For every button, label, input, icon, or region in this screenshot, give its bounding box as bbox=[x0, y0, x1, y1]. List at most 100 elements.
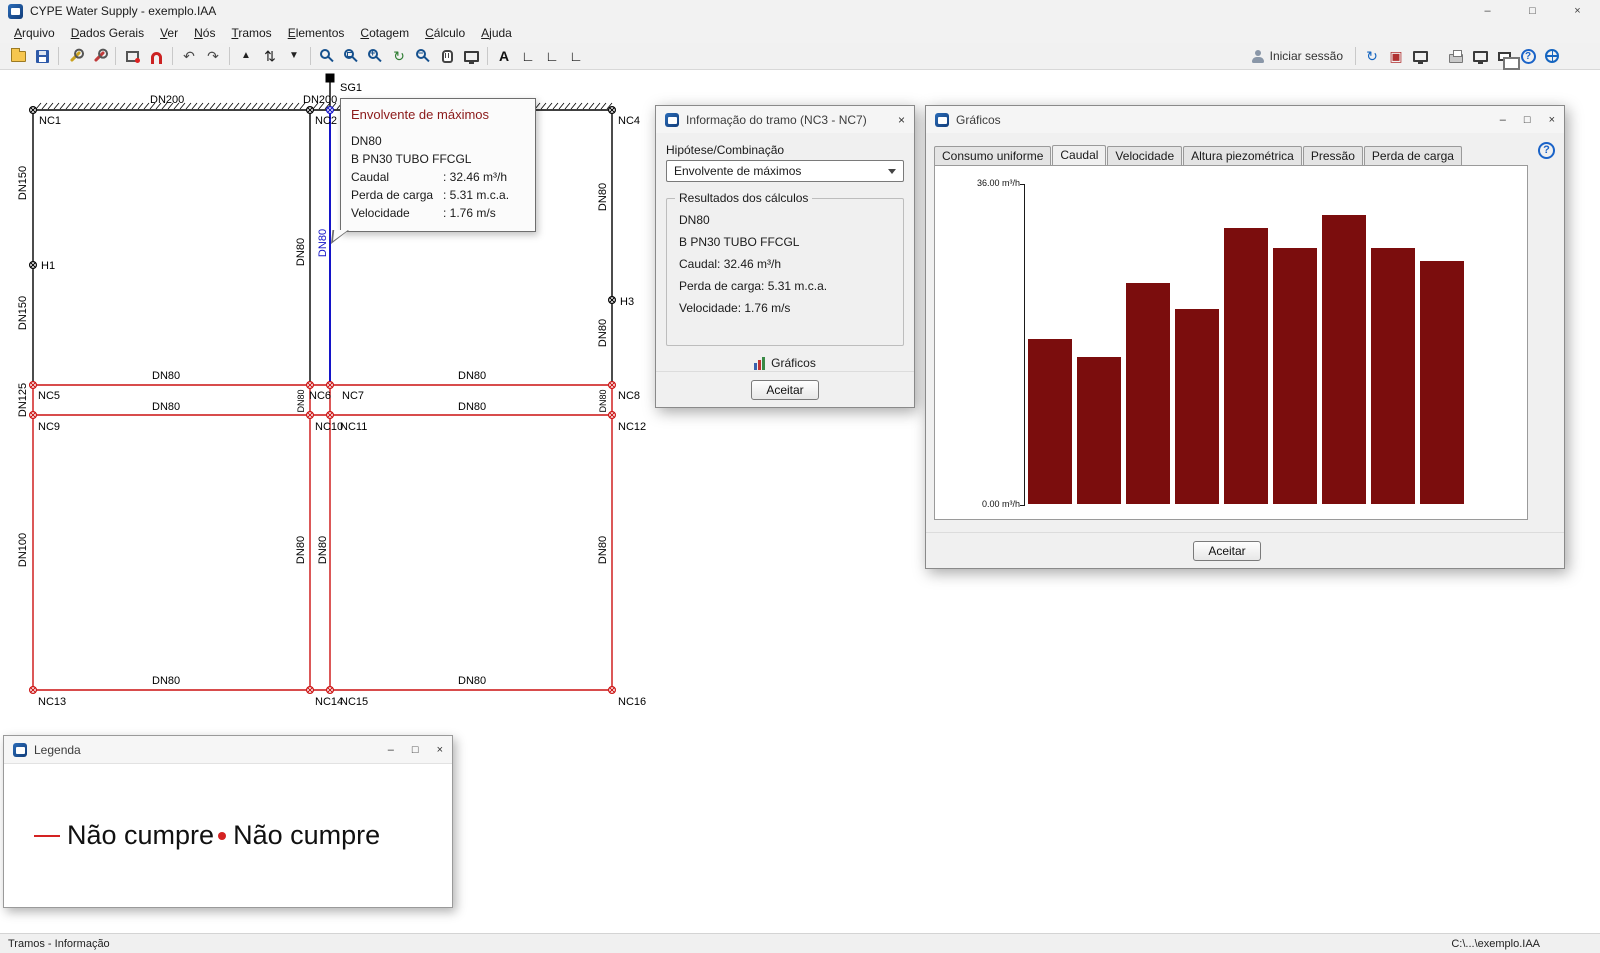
menu-item-ajuda[interactable]: Ajuda bbox=[473, 24, 520, 42]
edit-cut-button[interactable] bbox=[63, 45, 87, 68]
pipe-hatch-tick bbox=[576, 102, 583, 110]
redo-icon: ↷ bbox=[207, 48, 219, 64]
login-button[interactable]: Iniciar sessão bbox=[1244, 49, 1351, 63]
toolbar-separator bbox=[115, 47, 116, 65]
graphs-close-button[interactable]: × bbox=[1549, 114, 1555, 126]
menu-item-arquivo[interactable]: Arquivo bbox=[6, 24, 63, 42]
maximize-button[interactable]: □ bbox=[1510, 0, 1555, 22]
menu-item-n-s[interactable]: Nós bbox=[186, 24, 223, 42]
dimension-linear-button[interactable]: ∟ bbox=[540, 45, 564, 68]
print-button[interactable] bbox=[1444, 45, 1468, 68]
help-icon[interactable]: ? bbox=[1538, 142, 1555, 159]
display-button[interactable] bbox=[1468, 45, 1492, 68]
legend-minimize-button[interactable]: – bbox=[388, 744, 394, 756]
hypothesis-value: Envolvente de máximos bbox=[674, 164, 802, 178]
menu-item-dados-gerais[interactable]: Dados Gerais bbox=[63, 24, 152, 42]
graphs-minimize-button[interactable]: – bbox=[1500, 114, 1506, 126]
menu-item-elementos[interactable]: Elementos bbox=[280, 24, 353, 42]
graphs-maximize-button[interactable]: □ bbox=[1524, 114, 1531, 126]
zoom-previous-button[interactable] bbox=[315, 45, 339, 68]
toolbar-separator bbox=[1355, 47, 1356, 65]
info-aceitar-button[interactable]: Aceitar bbox=[751, 379, 819, 400]
node-nc8[interactable]: NC8 bbox=[607, 381, 640, 402]
node-nc16[interactable]: NC16 bbox=[607, 685, 647, 708]
graphs-dialog-footer: Aceitar bbox=[926, 532, 1564, 568]
zoom-in-button[interactable] bbox=[363, 45, 387, 68]
pipe-hatch-tick bbox=[263, 102, 270, 110]
undo-button[interactable]: ↶ bbox=[177, 45, 201, 68]
tab-altura-piezom-trica[interactable]: Altura piezométrica bbox=[1183, 146, 1302, 165]
snap-magnet-button[interactable] bbox=[144, 45, 168, 68]
pipe-hatch-tick bbox=[239, 102, 246, 110]
dimension-edit-button[interactable]: ∟ bbox=[564, 45, 588, 68]
results-title: Resultados dos cálculos bbox=[675, 191, 813, 205]
legend-item: Não cumpre bbox=[218, 820, 380, 851]
tab-velocidade[interactable]: Velocidade bbox=[1107, 146, 1183, 165]
dual-display-button[interactable] bbox=[1492, 45, 1520, 70]
tooltip-rows: DN80 B PN30 TUBO FFCGL Caudal: 32.46 m³/h P… bbox=[351, 132, 525, 222]
snap-settings-button[interactable] bbox=[120, 45, 144, 68]
full-screen-button[interactable] bbox=[459, 45, 483, 68]
pan-button[interactable] bbox=[435, 45, 459, 68]
close-button[interactable]: × bbox=[1555, 0, 1600, 22]
tab-consumo-uniforme[interactable]: Consumo uniforme bbox=[934, 146, 1052, 165]
info-dialog-close-button[interactable]: × bbox=[898, 113, 905, 127]
menu-item-tramos[interactable]: Tramos bbox=[223, 24, 279, 42]
graphs-dialog-titlebar[interactable]: Gráficos – □ × bbox=[926, 106, 1564, 133]
edit-snap-button[interactable] bbox=[87, 45, 111, 68]
layers-button[interactable]: ⇅ bbox=[258, 45, 282, 68]
help-button[interactable]: ? bbox=[1516, 45, 1540, 68]
menu-item-c-lculo[interactable]: Cálculo bbox=[417, 24, 473, 42]
toolbar-left: ↶ ↷ ▲ ⇅ ▼ ↻ A ∟ ∟ ∟ bbox=[6, 45, 588, 68]
hypothesis-select[interactable]: Envolvente de máximos bbox=[666, 160, 904, 182]
menu-item-cotagem[interactable]: Cotagem bbox=[352, 24, 417, 42]
graphs-dialog-title: Gráficos bbox=[956, 112, 1001, 127]
legend-titlebar[interactable]: Legenda – □ × bbox=[4, 736, 452, 763]
tab-perda-de-carga[interactable]: Perda de carga bbox=[1363, 146, 1462, 165]
pipe-hatch-tick bbox=[77, 102, 84, 110]
dimension-tool-button[interactable]: ∟ bbox=[516, 45, 540, 68]
node-nc4[interactable]: NC4 bbox=[607, 105, 640, 127]
license-button[interactable]: ▣ bbox=[1384, 45, 1408, 68]
minimize-button[interactable]: – bbox=[1465, 0, 1510, 22]
status-left: Tramos - Informação bbox=[8, 937, 110, 950]
tab-caudal[interactable]: Caudal bbox=[1052, 145, 1107, 165]
zoom-out-button[interactable] bbox=[411, 45, 435, 68]
legend-close-button[interactable]: × bbox=[437, 744, 443, 756]
move-up-button[interactable]: ▲ bbox=[234, 45, 258, 68]
node-sg1[interactable]: SG1 bbox=[325, 73, 363, 95]
tab-press-o[interactable]: Pressão bbox=[1302, 146, 1363, 165]
toolbar: ↶ ↷ ▲ ⇅ ▼ ↻ A ∟ ∟ ∟ Iniciar sessão ↻ ▣? bbox=[0, 43, 1600, 70]
node-nc3[interactable] bbox=[326, 105, 335, 114]
pipe-label: DN80 bbox=[458, 401, 486, 413]
snap-magnet-icon bbox=[150, 52, 162, 64]
edit-snap-icon bbox=[93, 50, 105, 62]
open-file-button[interactable] bbox=[6, 45, 30, 68]
save-button[interactable] bbox=[30, 45, 54, 68]
node-nc12[interactable]: NC12 bbox=[607, 411, 647, 433]
remote-desktop-button[interactable] bbox=[1408, 45, 1432, 68]
pipe-label: DN80 bbox=[458, 370, 486, 382]
info-dialog-titlebar[interactable]: Informação do tramo (NC3 - NC7) × bbox=[656, 106, 914, 133]
redraw-button[interactable]: ↻ bbox=[387, 45, 411, 68]
pipe-hatch-tick bbox=[35, 102, 42, 110]
result-line: Perda de carga: 5.31 m.c.a. bbox=[679, 279, 828, 293]
graphs-aceitar-button[interactable]: Aceitar bbox=[1193, 540, 1261, 561]
pipe-hatch-tick bbox=[197, 102, 204, 110]
sync-button[interactable]: ↻ bbox=[1360, 45, 1384, 68]
results-list: DN80 B PN30 TUBO FFCGL Caudal: 32.46 m³/h P… bbox=[679, 213, 891, 315]
window-titlebar[interactable]: CYPE Water Supply - exemplo.IAA – □ × bbox=[0, 0, 1600, 22]
pipe-hatch-tick bbox=[588, 102, 595, 110]
web-button[interactable] bbox=[1540, 45, 1564, 68]
legend-maximize-button[interactable]: □ bbox=[412, 744, 419, 756]
pipe-hatch-tick bbox=[125, 102, 132, 110]
text-tool-button[interactable]: A bbox=[492, 45, 516, 68]
menu-item-ver[interactable]: Ver bbox=[152, 24, 186, 42]
move-down-button[interactable]: ▼ bbox=[282, 45, 306, 68]
info-dialog-title: Informação do tramo (NC3 - NC7) bbox=[686, 112, 867, 127]
pipe-hatch-tick bbox=[113, 102, 120, 110]
help-icon: ? bbox=[1520, 48, 1536, 64]
graficos-link[interactable]: Gráficos bbox=[666, 356, 904, 370]
redo-button[interactable]: ↷ bbox=[201, 45, 225, 68]
zoom-window-button[interactable] bbox=[339, 45, 363, 68]
